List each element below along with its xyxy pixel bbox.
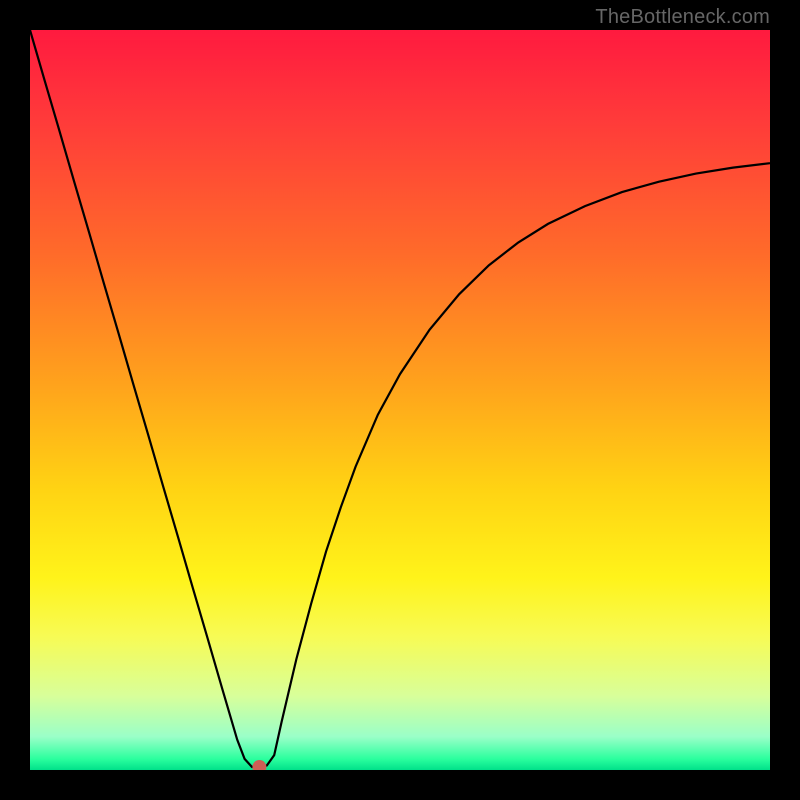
bottleneck-chart bbox=[30, 30, 770, 770]
gradient-background bbox=[30, 30, 770, 770]
watermark-text: TheBottleneck.com bbox=[595, 6, 770, 29]
chart-frame bbox=[30, 30, 770, 770]
